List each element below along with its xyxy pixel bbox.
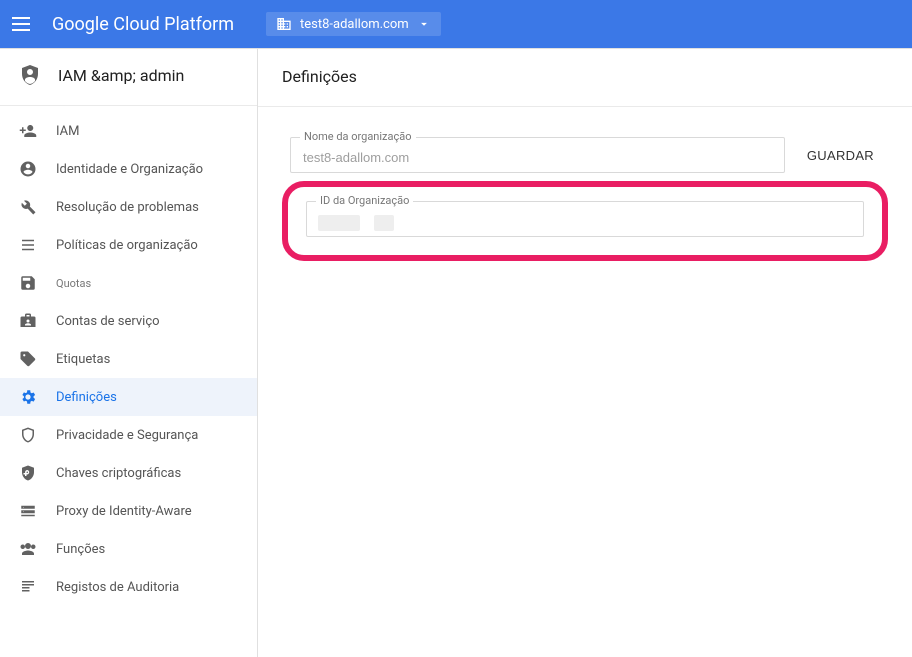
sidebar-item-7[interactable]: Definições — [0, 378, 257, 416]
main-panel: Definições Nome da organização GUARDAR I… — [258, 49, 912, 657]
sidebar-item-label: Proxy de Identity-Aware — [56, 504, 192, 519]
sidebar-nav: IAM Identidade e Organização Resolução de … — [0, 106, 257, 606]
person-circle-icon — [18, 159, 38, 179]
sidebar-item-label: Identidade e Organização — [56, 162, 203, 177]
org-id-label: ID da Organização — [316, 194, 413, 207]
sidebar-item-label: Resolução de problemas — [56, 200, 199, 215]
sidebar-item-label: Chaves criptográficas — [56, 466, 181, 481]
sidebar-item-label: Contas de serviço — [56, 314, 160, 329]
organization-icon — [276, 16, 292, 32]
project-picker[interactable]: test8-adallom.com — [266, 12, 441, 36]
sidebar-title: IAM &amp; admin — [58, 66, 184, 85]
redacted-block — [374, 215, 394, 231]
sidebar-item-11[interactable]: Funções — [0, 530, 257, 568]
page-title: Definições — [258, 49, 912, 107]
sidebar-item-4[interactable]: Quotas — [0, 264, 257, 302]
roles-icon — [18, 539, 38, 559]
sidebar-item-3[interactable]: Políticas de organização — [0, 226, 257, 264]
menu-icon[interactable] — [12, 12, 36, 36]
sidebar-item-label: Funções — [56, 542, 105, 557]
shield-outline-icon — [18, 425, 38, 445]
sidebar-item-label: Definições — [56, 390, 117, 405]
proxy-icon — [18, 501, 38, 521]
gear-icon — [18, 387, 38, 407]
sidebar-item-9[interactable]: Chaves criptográficas — [0, 454, 257, 492]
redacted-block — [318, 215, 360, 231]
sidebar-item-6[interactable]: Etiquetas — [0, 340, 257, 378]
brand-title: Google Cloud Platform — [52, 14, 234, 35]
save-button[interactable]: GUARDAR — [801, 140, 880, 171]
sidebar-item-0[interactable]: IAM — [0, 112, 257, 150]
org-id-highlight: ID da Organização — [282, 181, 888, 261]
sidebar-item-12[interactable]: Registos de Auditoria — [0, 568, 257, 606]
list-icon — [18, 235, 38, 255]
sidebar-item-2[interactable]: Resolução de problemas — [0, 188, 257, 226]
org-name-label: Nome da organização — [300, 130, 416, 143]
key-shield-icon — [18, 463, 38, 483]
sidebar-item-label: Políticas de organização — [56, 238, 198, 253]
sidebar-item-5[interactable]: Contas de serviço — [0, 302, 257, 340]
sidebar: IAM &amp; admin IAM Identidade e Organiza… — [0, 49, 258, 657]
sidebar-item-label: Etiquetas — [56, 352, 110, 367]
sidebar-item-10[interactable]: Proxy de Identity-Aware — [0, 492, 257, 530]
org-name-field: Nome da organização — [290, 137, 785, 173]
chevron-down-icon — [417, 17, 431, 31]
tag-icon — [18, 349, 38, 369]
badge-icon — [18, 311, 38, 331]
save-icon — [18, 273, 38, 293]
audit-icon — [18, 577, 38, 597]
sidebar-header: IAM &amp; admin — [0, 49, 257, 106]
top-bar: Google Cloud Platform test8-adallom.com — [0, 0, 912, 48]
sidebar-item-label: Privacidade e Segurança — [56, 428, 198, 443]
person-add-icon — [18, 121, 38, 141]
sidebar-item-label: Quotas — [56, 277, 91, 290]
wrench-icon — [18, 197, 38, 217]
sidebar-item-label: IAM — [56, 124, 79, 139]
sidebar-item-label: Registos de Auditoria — [56, 580, 179, 595]
sidebar-item-1[interactable]: Identidade e Organização — [0, 150, 257, 188]
sidebar-item-8[interactable]: Privacidade e Segurança — [0, 416, 257, 454]
project-name: test8-adallom.com — [300, 17, 409, 32]
shield-icon — [18, 63, 42, 87]
